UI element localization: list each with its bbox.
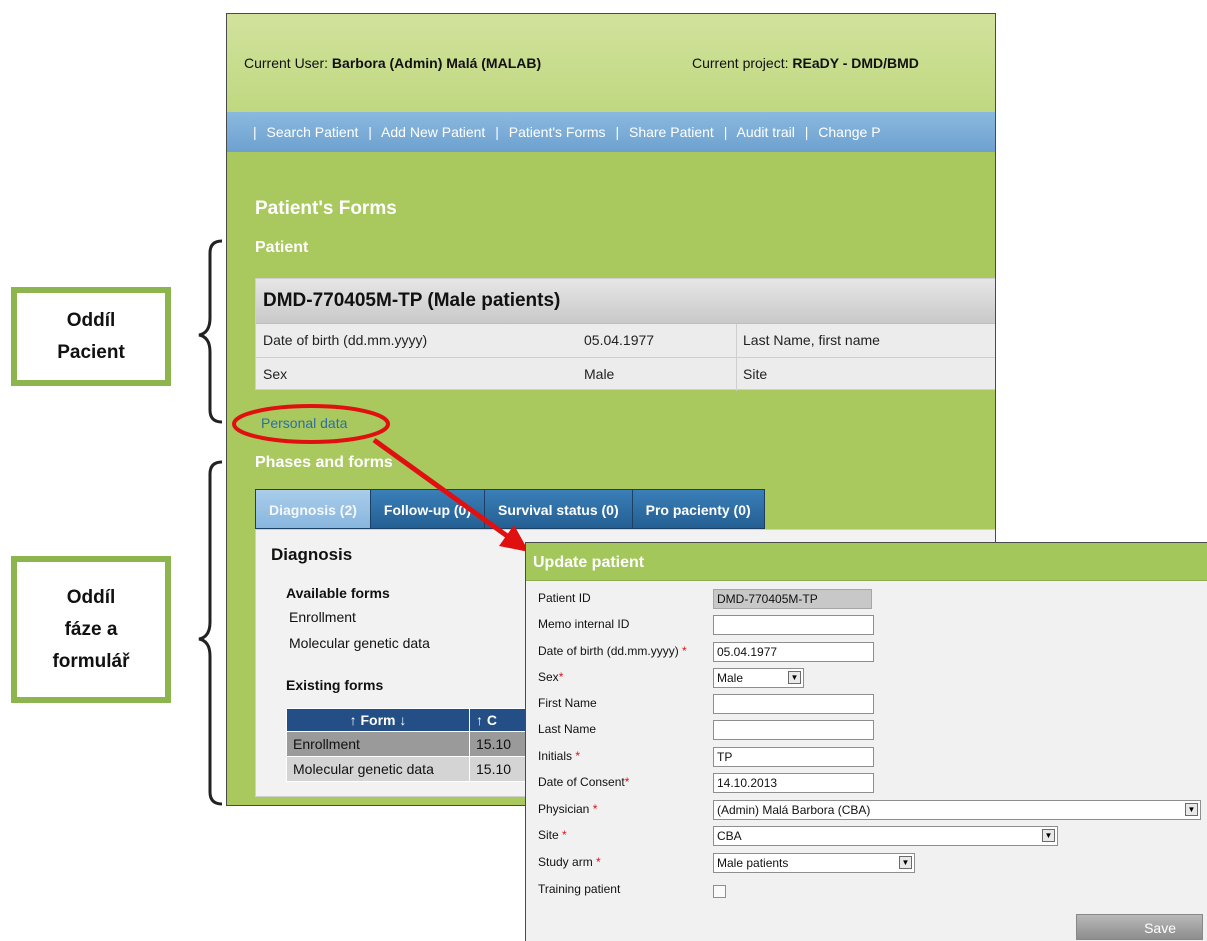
sex-select-value: Male — [717, 671, 744, 685]
personal-data-link[interactable]: Personal data — [261, 415, 347, 431]
callout-text: Oddíl — [66, 586, 116, 608]
sex-select[interactable]: Male ▼ — [713, 668, 804, 688]
table-row[interactable]: Enrollment 15.10 — [286, 731, 553, 757]
curly-brace-phase — [198, 460, 223, 806]
panel-title: Diagnosis — [271, 545, 353, 564]
tab-pro-pacienty[interactable]: Pro pacienty (0) — [631, 489, 765, 529]
sex-label: Sex — [263, 366, 288, 382]
callout-text: formulář — [52, 650, 130, 672]
callout-patient-section: Oddíl Pacient — [11, 287, 171, 386]
form-name-cell[interactable]: Enrollment — [286, 731, 470, 757]
patient-id-field: DMD-770405M-TP — [713, 589, 872, 609]
tab-diagnosis[interactable]: Diagnosis (2) — [255, 489, 371, 529]
memo-id-label: Memo internal ID — [538, 617, 630, 631]
nav-separator: | — [253, 124, 257, 140]
consent-label: Date of Consent* — [538, 775, 630, 789]
training-label: Training patient — [538, 882, 621, 896]
nav-patients-forms[interactable]: Patient's Forms — [509, 124, 606, 140]
nav-separator: | — [615, 124, 620, 140]
main-nav: | Search Patient | Add New Patient | Pat… — [227, 112, 995, 152]
current-user-value: Barbora (Admin) Malá (MALAB) — [331, 55, 542, 71]
sex-value: Male — [584, 366, 615, 382]
callout-text: fáze a — [64, 618, 118, 640]
available-form-enrollment[interactable]: Enrollment — [289, 609, 356, 625]
dob-field-label: Date of birth (dd.mm.yyyy) * — [538, 644, 687, 658]
patient-info-row: Sex Male Site — [256, 358, 995, 391]
physician-select[interactable]: (Admin) Malá Barbora (CBA) ▼ — [713, 800, 1201, 820]
header-bar: Current User: Barbora (Admin) Malá (MALA… — [227, 14, 995, 112]
nav-share-patient[interactable]: Share Patient — [629, 124, 714, 140]
nav-separator: | — [804, 124, 809, 140]
existing-forms-table: ↑ Form ↓ ↑ C Enrollment 15.10 Molecular … — [286, 708, 553, 782]
page-title: Patient's Forms — [255, 198, 397, 219]
nav-separator: | — [495, 124, 499, 140]
chevron-down-icon[interactable]: ▼ — [1185, 803, 1198, 816]
phases-heading: Phases and forms — [255, 454, 393, 471]
patient-id-label: Patient ID — [538, 591, 591, 605]
nav-change-password[interactable]: Change P — [818, 124, 880, 140]
patient-info-row: Date of birth (dd.mm.yyyy) 05.04.1977 La… — [256, 324, 995, 358]
memo-id-input[interactable] — [713, 615, 874, 635]
available-form-molecular[interactable]: Molecular genetic data — [289, 635, 430, 651]
site-field-label: Site * — [538, 828, 567, 842]
existing-forms-heading: Existing forms — [286, 677, 384, 693]
current-project-value: REaDY - DMD/BMD — [792, 55, 919, 71]
tab-survival-status[interactable]: Survival status (0) — [484, 489, 633, 529]
sex-field-label: Sex* — [538, 670, 564, 684]
last-name-input[interactable] — [713, 720, 874, 740]
physician-select-value: (Admin) Malá Barbora (CBA) — [717, 803, 871, 817]
patient-card-title: DMD-770405M-TP (Male patients) — [256, 279, 995, 324]
nav-add-new-patient[interactable]: Add New Patient — [381, 124, 485, 140]
name-label: Last Name, first name — [736, 324, 880, 357]
save-button[interactable]: Save — [1076, 914, 1203, 940]
study-arm-select-value: Male patients — [717, 856, 789, 870]
study-arm-label: Study arm * — [538, 855, 601, 869]
callout-phase-section: Oddíl fáze a formulář — [11, 556, 171, 703]
nav-separator: | — [723, 124, 728, 140]
dob-value: 05.04.1977 — [584, 332, 655, 348]
current-project-label: Current project: — [692, 55, 789, 71]
site-label: Site — [736, 358, 767, 391]
dob-label: Date of birth (dd.mm.yyyy) — [263, 332, 428, 348]
form-name-cell[interactable]: Molecular genetic data — [286, 756, 470, 782]
patient-card: DMD-770405M-TP (Male patients) Date of b… — [255, 278, 995, 391]
nav-audit-trail[interactable]: Audit trail — [736, 124, 794, 140]
initials-input[interactable]: TP — [713, 747, 874, 767]
study-arm-select[interactable]: Male patients ▼ — [713, 853, 915, 873]
nav-search-patient[interactable]: Search Patient — [267, 124, 359, 140]
patient-heading: Patient — [255, 239, 309, 256]
dob-input[interactable]: 05.04.1977 — [713, 642, 874, 662]
nav-separator: | — [368, 124, 372, 140]
consent-input[interactable]: 14.10.2013 — [713, 773, 874, 793]
table-row[interactable]: Molecular genetic data 15.10 — [286, 756, 553, 782]
current-user: Current User: Barbora (Admin) Malá (MALA… — [244, 55, 541, 71]
phase-tabs: Diagnosis (2) Follow-up (0) Survival sta… — [255, 489, 765, 529]
callout-text: Oddíl — [66, 309, 116, 331]
training-patient-checkbox[interactable] — [713, 885, 726, 898]
callout-text: Pacient — [57, 341, 125, 363]
current-user-label: Current User: — [244, 55, 329, 71]
first-name-input[interactable] — [713, 694, 874, 714]
first-name-label: First Name — [538, 696, 597, 710]
site-select[interactable]: CBA ▼ — [713, 826, 1058, 846]
initials-label: Initials * — [538, 749, 581, 763]
available-forms-heading: Available forms — [286, 585, 390, 601]
physician-label: Physician * — [538, 802, 598, 816]
dialog-title: Update patient — [526, 543, 1207, 581]
tab-follow-up[interactable]: Follow-up (0) — [369, 489, 485, 529]
chevron-down-icon[interactable]: ▼ — [788, 671, 801, 684]
current-project: Current project: REaDY - DMD/BMD — [692, 55, 919, 71]
last-name-label: Last Name — [538, 722, 597, 736]
chevron-down-icon[interactable]: ▼ — [899, 856, 912, 869]
update-patient-dialog: Update patient Patient ID DMD-770405M-TP… — [525, 542, 1207, 941]
site-select-value: CBA — [717, 829, 742, 843]
form-column-header[interactable]: ↑ Form ↓ — [286, 708, 470, 732]
curly-brace-patient — [198, 239, 223, 424]
chevron-down-icon[interactable]: ▼ — [1042, 829, 1055, 842]
